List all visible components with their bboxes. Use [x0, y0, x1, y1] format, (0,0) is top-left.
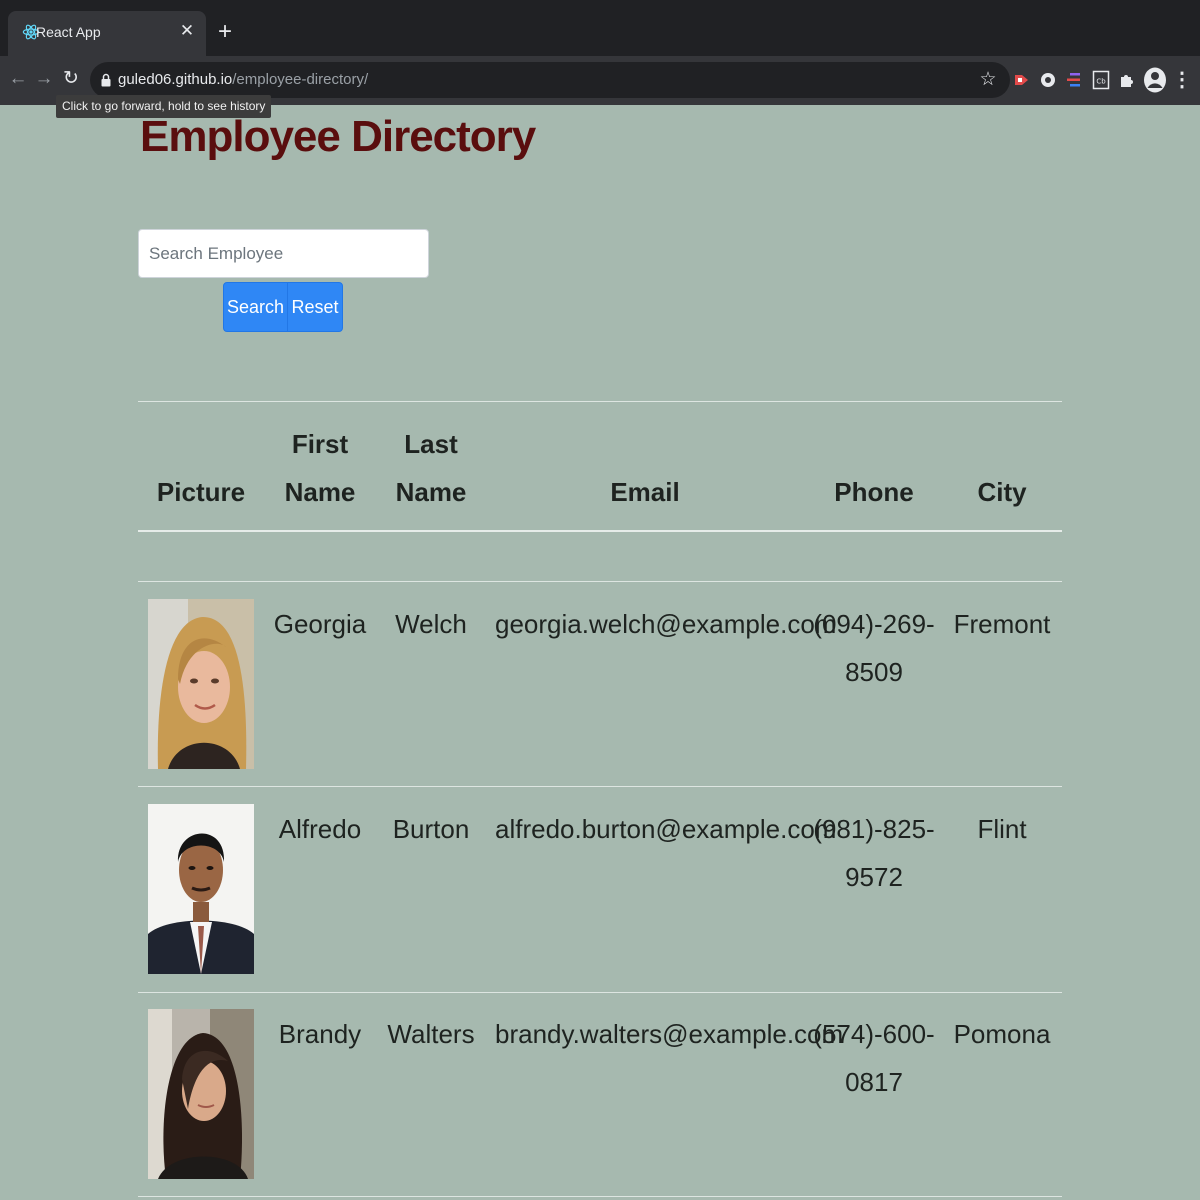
cell-phone-line2: 9572 [845, 862, 903, 892]
header-last-name-line1[interactable]: Last [380, 420, 482, 468]
row-divider [138, 786, 1062, 787]
extension-circle-icon[interactable] [1038, 70, 1058, 90]
cell-last-name: Welch [395, 609, 467, 639]
employee-photo [148, 1009, 254, 1179]
cell-last-name: Burton [392, 814, 470, 844]
back-arrow-icon[interactable]: ← [7, 68, 29, 90]
cell-phone-line2: 0817 [845, 1067, 903, 1097]
url-text: guled06.github.io/employee-directory/ [118, 71, 368, 88]
lock-icon [101, 73, 111, 87]
url-host: guled06.github.io [118, 71, 233, 88]
browser-tab-strip: React App ✕ + [0, 0, 1200, 56]
extension-arrow-icon[interactable] [1011, 70, 1031, 90]
header-email[interactable]: Email [495, 468, 795, 516]
header-first-name-line1[interactable]: First [270, 420, 370, 468]
header-picture[interactable]: Picture [148, 468, 254, 516]
table-top-border [138, 401, 1062, 402]
row-divider [138, 992, 1062, 993]
cell-phone-line2: 8509 [845, 657, 903, 687]
cell-first-name: Georgia [273, 609, 367, 639]
employee-photo [148, 599, 254, 769]
reset-button[interactable]: Reset [287, 282, 343, 332]
header-phone[interactable]: Phone [805, 468, 943, 516]
url-path: /employee-directory/ [232, 71, 369, 88]
extension-cb-icon[interactable]: Cb [1091, 70, 1111, 90]
search-input[interactable] [138, 229, 429, 278]
search-button[interactable]: Search [223, 282, 288, 332]
header-bottom-border [138, 530, 1062, 532]
cell-phone-line1: (094)-269- [813, 609, 935, 639]
cell-email: brandy.walters@example.com [495, 1019, 844, 1049]
browser-tab[interactable]: React App ✕ [8, 11, 206, 56]
close-tab-icon[interactable]: ✕ [176, 20, 198, 42]
cell-city: Fremont [953, 609, 1051, 639]
address-bar[interactable]: guled06.github.io/employee-directory/ ☆ [90, 62, 1010, 98]
header-last-name-line2[interactable]: Name [380, 468, 482, 516]
header-first-name-line2[interactable]: Name [270, 468, 370, 516]
employee-photo [148, 804, 254, 974]
row-divider [138, 581, 1062, 582]
cell-last-name: Walters [387, 1019, 475, 1049]
profile-avatar-icon[interactable] [1143, 67, 1167, 93]
cell-phone-line1: (981)-825- [813, 814, 935, 844]
cell-email: georgia.welch@example.com [495, 609, 837, 639]
puzzle-icon[interactable] [1117, 70, 1137, 90]
header-city[interactable]: City [948, 468, 1056, 516]
tab-title: React App [36, 24, 101, 40]
page-title: Employee Directory [140, 112, 536, 161]
forward-arrow-icon[interactable]: → [33, 68, 55, 90]
cell-city: Flint [977, 814, 1027, 844]
row-divider [138, 1196, 1062, 1197]
menu-dots-icon[interactable]: ⋮ [1172, 69, 1192, 93]
reload-icon[interactable]: ↻ [60, 68, 82, 90]
bookmark-star-icon[interactable]: ☆ [978, 70, 998, 90]
cell-city: Pomona [953, 1019, 1051, 1049]
cell-phone-line1: (574)-600- [813, 1019, 935, 1049]
cell-first-name: Brandy [278, 1019, 362, 1049]
cell-first-name: Alfredo [278, 814, 362, 844]
svg-text:Cb: Cb [1096, 78, 1106, 86]
extension-bars-icon[interactable] [1064, 70, 1084, 90]
new-tab-icon[interactable]: + [213, 20, 237, 44]
cell-email: alfredo.burton@example.com [495, 814, 837, 844]
